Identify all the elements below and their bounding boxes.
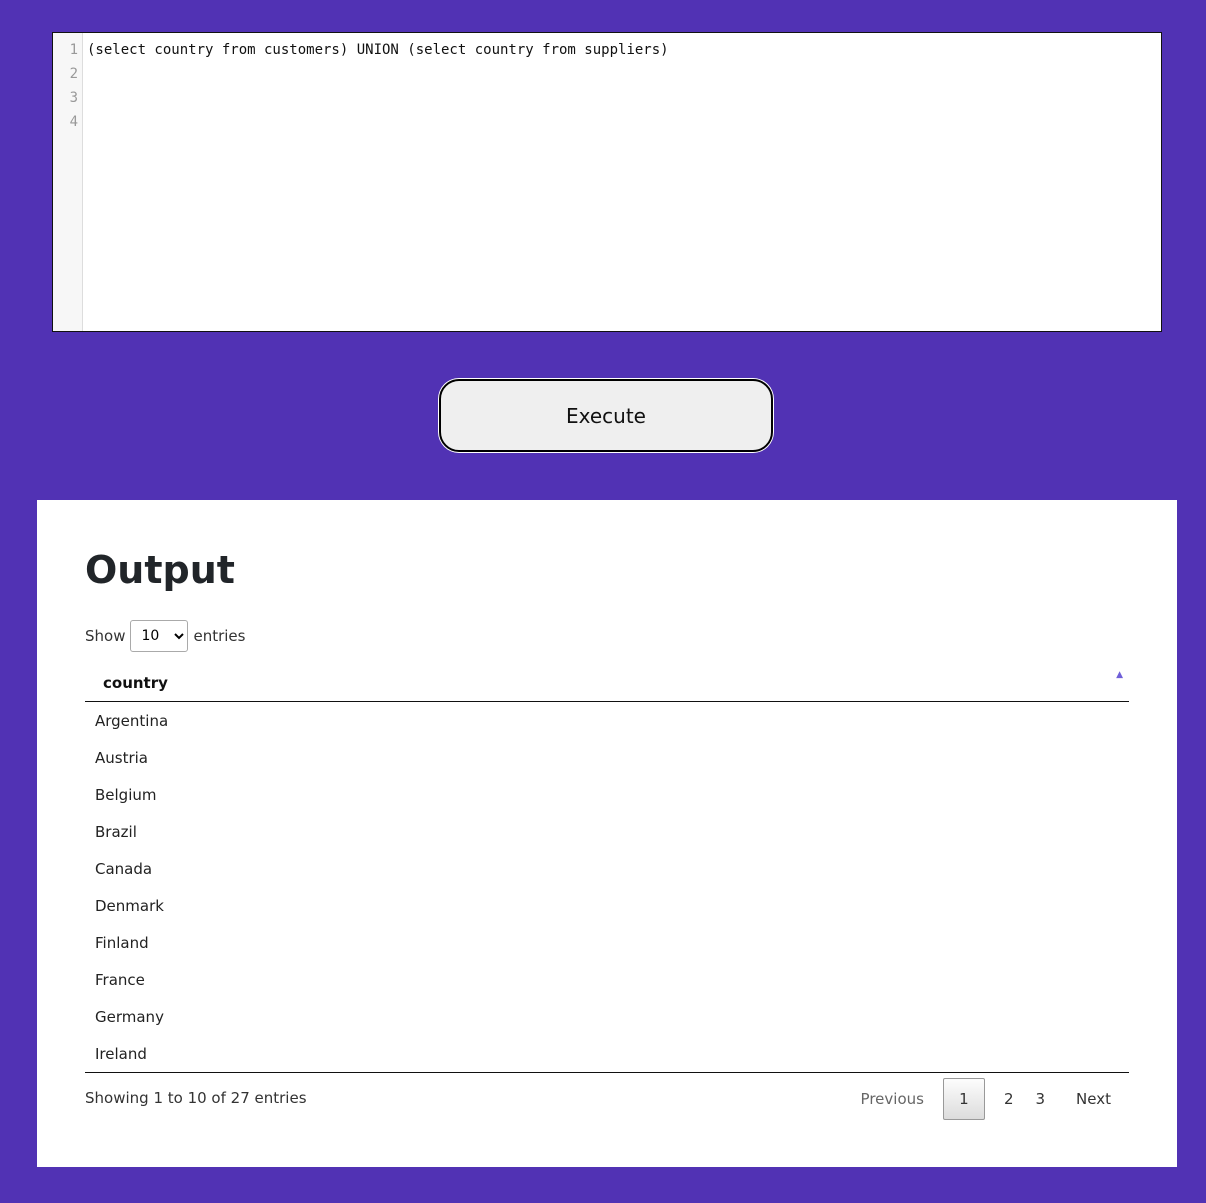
column-header-label: country	[103, 673, 168, 692]
table-row: Argentina	[95, 711, 169, 730]
code-line[interactable]	[87, 110, 1161, 134]
table-row: Canada	[95, 859, 153, 878]
next-page-button[interactable]: Next	[1056, 1078, 1129, 1120]
page-button-3[interactable]: 3	[1025, 1078, 1057, 1120]
code-line[interactable]	[87, 62, 1161, 86]
entries-length-control: Show 10 entries	[85, 620, 245, 652]
table-row: Belgium	[95, 785, 157, 804]
table-row: Denmark	[95, 896, 164, 915]
table-row: Ireland	[95, 1044, 147, 1063]
previous-page-button[interactable]: Previous	[850, 1078, 935, 1120]
code-editor[interactable]: 1 2 3 4 (select country from customers) …	[52, 32, 1162, 332]
table-row: Finland	[95, 933, 149, 952]
table-info: Showing 1 to 10 of 27 entries	[85, 1089, 307, 1107]
table-row: France	[95, 970, 145, 989]
line-number: 3	[69, 90, 78, 106]
pagination: Previous 1 2 3 Next	[850, 1078, 1129, 1120]
code-line[interactable]	[87, 86, 1161, 110]
page-button-2[interactable]: 2	[993, 1078, 1025, 1120]
code-text-area[interactable]: (select country from customers) UNION (s…	[83, 33, 1161, 331]
line-number-gutter: 1 2 3 4	[53, 33, 83, 331]
line-number: 1	[69, 42, 78, 58]
table-row: Germany	[95, 1007, 164, 1026]
column-header-country[interactable]: country ▲	[85, 664, 1129, 702]
page-button-1[interactable]: 1	[942, 1078, 985, 1120]
show-label: Show	[85, 627, 126, 645]
code-line[interactable]: (select country from customers) UNION (s…	[87, 38, 1161, 62]
table-row: Brazil	[95, 822, 137, 841]
results-table: country ▲ Argentina Austria Belgium Braz…	[85, 664, 1129, 1073]
entries-per-page-select[interactable]: 10	[130, 620, 189, 652]
line-number: 2	[69, 66, 78, 82]
sort-asc-icon: ▲	[1116, 670, 1123, 680]
execute-button[interactable]: Execute	[439, 379, 773, 452]
table-row: Austria	[95, 748, 148, 767]
table-body: Argentina Austria Belgium Brazil Canada …	[85, 702, 1129, 1073]
output-title: Output	[85, 548, 235, 592]
line-number: 4	[69, 114, 78, 130]
entries-label: entries	[193, 627, 246, 645]
output-panel: Output Show 10 entries country ▲ Argenti…	[37, 500, 1177, 1167]
